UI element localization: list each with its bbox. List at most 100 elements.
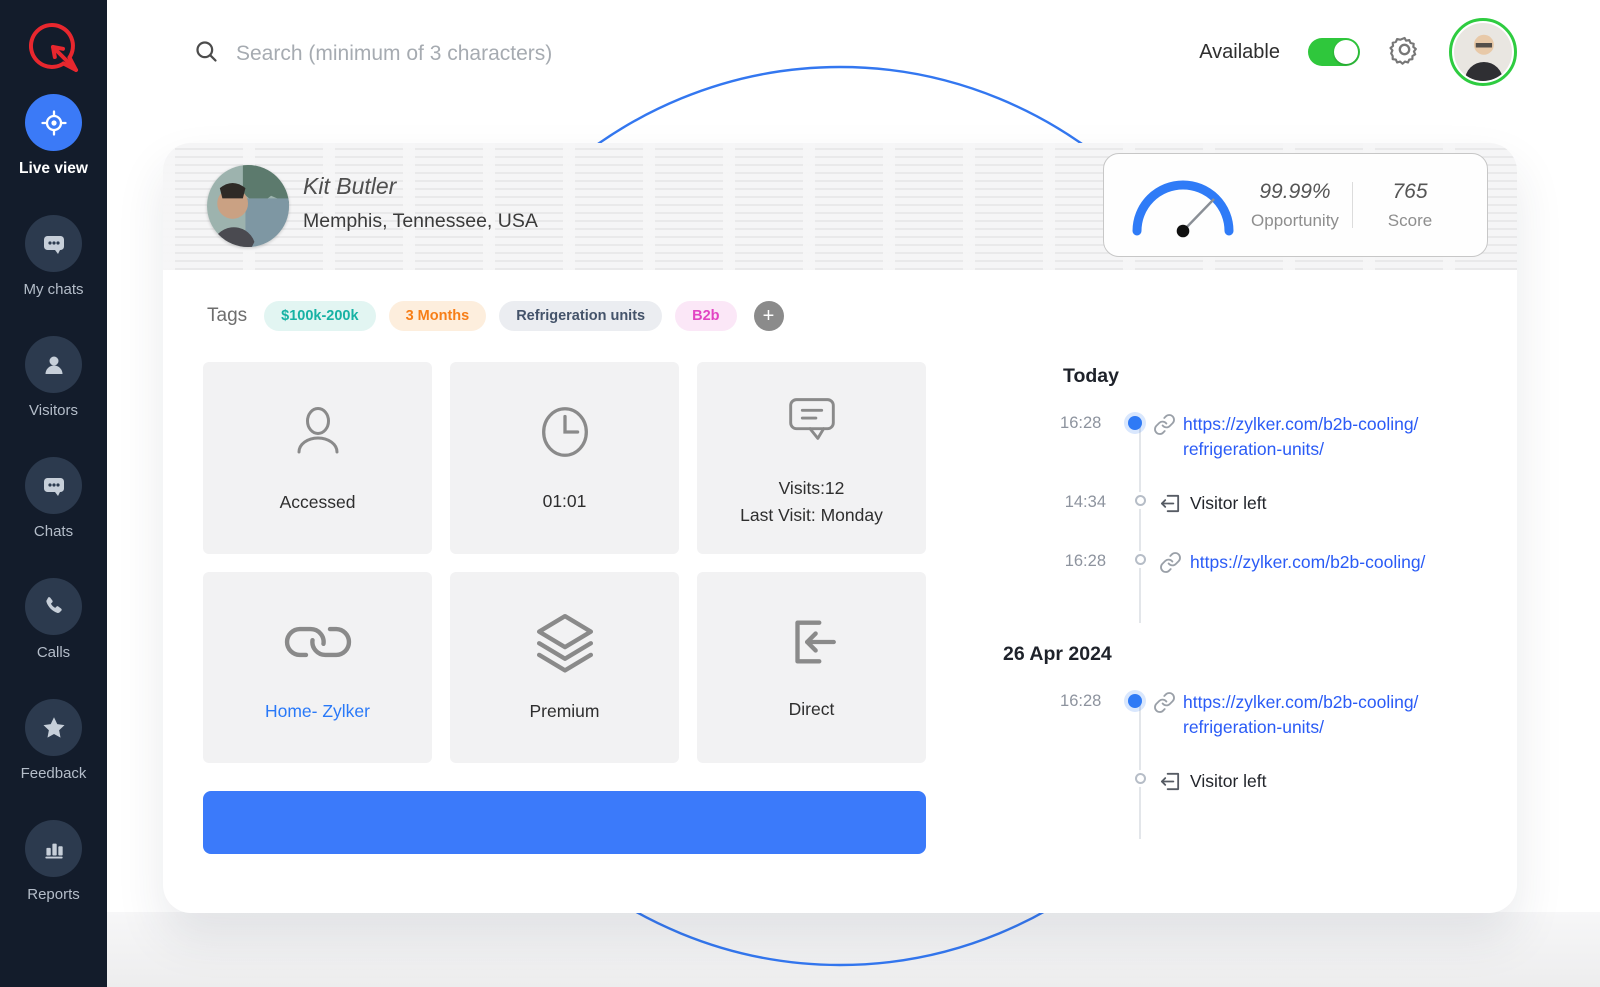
event-marker <box>1125 412 1144 430</box>
sidebar-item-label: Visitors <box>29 402 78 419</box>
chat-bubble-icon <box>25 215 82 272</box>
visitor-location: Memphis, Tennessee, USA <box>303 210 538 233</box>
event-link[interactable]: https://zylker.com/b2b-cooling/ <box>1190 550 1425 575</box>
layers-icon <box>534 611 596 678</box>
event-label: Visitor left <box>1190 769 1267 794</box>
timeline-section-today: Today 16:28 https://zylker.com/b2b-cooli… <box>1003 365 1493 579</box>
message-lines-icon <box>781 388 843 455</box>
sidebar-item-label: Feedback <box>21 765 87 782</box>
sidebar-item-my-chats[interactable]: My chats <box>0 215 107 336</box>
exit-icon <box>1150 769 1190 798</box>
tag-segment[interactable]: B2b <box>675 301 736 331</box>
visitor-detail-card: Kit Butler Memphis, Tennessee, USA 99.99… <box>163 143 1517 913</box>
landing-page-link[interactable]: Home- Zylker <box>265 698 370 724</box>
opportunity-gauge-icon <box>1128 172 1238 238</box>
timeline-event: 16:28 https://zylker.com/b2b-cooling/ref… <box>1003 412 1493 461</box>
sidebar-nav: Live view My chats Visitors <box>0 94 107 941</box>
hollow-dot-icon <box>1135 495 1146 506</box>
opportunity-score-panel: 99.99% Opportunity 765 Score <box>1103 153 1488 257</box>
add-tag-button[interactable]: + <box>754 301 784 331</box>
traffic-source-card: Direct <box>697 572 926 763</box>
person-outline-icon <box>286 400 350 469</box>
search-input[interactable] <box>236 42 756 66</box>
timeline-section-26-apr: 26 Apr 2024 16:28 https://zylker.com/b2b… <box>1003 643 1493 798</box>
event-label: Visitor left <box>1190 491 1267 516</box>
event-marker <box>1125 690 1144 708</box>
event-marker <box>1130 769 1150 784</box>
primary-action-button[interactable] <box>203 791 926 854</box>
event-marker <box>1130 550 1150 565</box>
link-icon <box>1144 412 1183 441</box>
person-icon <box>25 336 82 393</box>
sidebar-item-chats[interactable]: Chats <box>0 457 107 578</box>
sign-in-icon <box>783 613 841 676</box>
plan-card: Premium <box>450 572 679 763</box>
visitor-info-grid: Accessed 01:01 Visits:12 Last Visit: Mon… <box>203 362 926 763</box>
link-chain-icon <box>287 611 349 678</box>
sidebar-item-label: Chats <box>34 523 73 540</box>
opportunity-label: Opportunity <box>1251 211 1339 231</box>
opportunity-metric: 99.99% Opportunity <box>1238 180 1352 231</box>
sidebar-item-label: Calls <box>37 644 70 661</box>
tag-product[interactable]: Refrigeration units <box>499 301 662 331</box>
event-marker <box>1130 491 1150 506</box>
score-value: 765 <box>1392 180 1427 204</box>
event-link[interactable]: https://zylker.com/b2b-cooling/refrigera… <box>1183 690 1493 739</box>
score-label: Score <box>1388 211 1432 231</box>
accessed-label: Accessed <box>280 489 356 515</box>
visitor-avatar <box>207 165 289 247</box>
hollow-dot-icon <box>1135 554 1146 565</box>
event-time: 14:34 <box>1003 491 1123 512</box>
plan-label: Premium <box>529 698 599 724</box>
visits-card: Visits:12 Last Visit: Monday <box>697 362 926 554</box>
sidebar-item-reports[interactable]: Reports <box>0 820 107 941</box>
link-icon <box>1150 550 1190 579</box>
salesiq-logo <box>22 16 86 80</box>
event-link[interactable]: https://zylker.com/b2b-cooling/refrigera… <box>1183 412 1493 461</box>
accessed-card: Accessed <box>203 362 432 554</box>
sidebar: Live view My chats Visitors <box>0 0 107 987</box>
chat-bubble-icon <box>25 457 82 514</box>
timeline-heading: 26 Apr 2024 <box>1003 643 1493 666</box>
event-time: 16:28 <box>1003 550 1123 571</box>
sidebar-item-feedback[interactable]: Feedback <box>0 699 107 820</box>
last-visit: Last Visit: Monday <box>740 502 883 528</box>
search-icon <box>193 38 220 70</box>
availability-toggle[interactable] <box>1308 38 1360 66</box>
tag-duration[interactable]: 3 Months <box>389 301 487 331</box>
activity-timeline: Today 16:28 https://zylker.com/b2b-cooli… <box>1003 365 1493 798</box>
timeline-event: 16:28 https://zylker.com/b2b-cooling/ <box>1003 550 1493 579</box>
tags-row: Tags $100k-200k 3 Months Refrigeration u… <box>207 301 784 331</box>
bar-chart-icon <box>25 820 82 877</box>
opportunity-value: 99.99% <box>1259 180 1330 204</box>
timeline-event: Visitor left <box>1003 769 1493 798</box>
sidebar-item-live-view[interactable]: Live view <box>0 94 107 215</box>
visitor-name: Kit Butler <box>303 173 538 200</box>
time-on-site-value: 01:01 <box>543 488 587 514</box>
tags-label: Tags <box>207 305 247 327</box>
traffic-source-label: Direct <box>789 696 835 722</box>
topbar-controls: Available <box>1199 0 1517 104</box>
clock-icon <box>534 401 596 468</box>
score-metric: 765 Score <box>1353 180 1467 231</box>
link-icon <box>1144 690 1183 719</box>
user-avatar[interactable] <box>1449 18 1517 86</box>
timeline-heading: Today <box>1063 365 1493 388</box>
sidebar-item-label: Reports <box>27 886 80 903</box>
target-icon <box>25 94 82 151</box>
visitor-identity: Kit Butler Memphis, Tennessee, USA <box>303 173 538 233</box>
search-bar <box>193 38 756 70</box>
sidebar-item-visitors[interactable]: Visitors <box>0 336 107 457</box>
exit-icon <box>1150 491 1190 520</box>
background-strip <box>107 912 1600 987</box>
sidebar-item-label: My chats <box>23 281 83 298</box>
sidebar-item-calls[interactable]: Calls <box>0 578 107 699</box>
event-time: 16:28 <box>1003 690 1118 711</box>
tag-budget[interactable]: $100k-200k <box>264 301 375 331</box>
time-on-site-card: 01:01 <box>450 362 679 554</box>
filled-dot-icon <box>1128 694 1142 708</box>
timeline-event: 14:34 Visitor left <box>1003 491 1493 520</box>
toggle-knob <box>1334 40 1358 64</box>
gear-icon[interactable] <box>1388 33 1421 71</box>
sidebar-item-label: Live view <box>19 160 88 178</box>
